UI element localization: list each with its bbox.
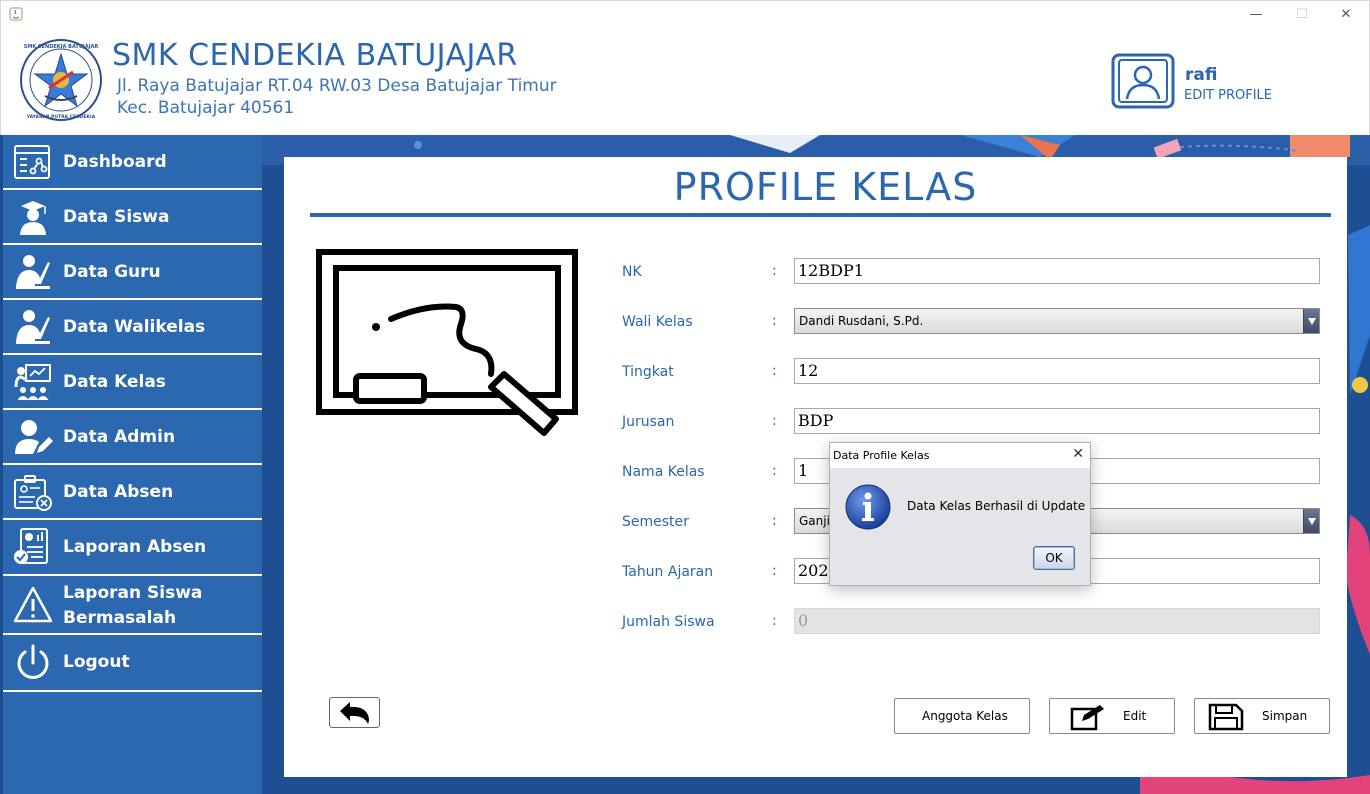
- dropdown-arrow-icon[interactable]: [1303, 509, 1319, 533]
- sidebar: Dashboard Data Siswa Data Guru Data Wali…: [3, 135, 262, 794]
- sidebar-item-label: Data Absen: [63, 482, 174, 502]
- sidebar-item-dashboard[interactable]: Dashboard: [3, 135, 262, 190]
- colon: :: [772, 313, 777, 329]
- power-icon: [17, 644, 49, 679]
- colon: :: [772, 363, 777, 379]
- sidebar-item-label-line1: Laporan Siswa: [63, 583, 203, 603]
- sidebar-item-data-guru[interactable]: Data Guru: [3, 245, 262, 300]
- user-avatar-icon[interactable]: [1111, 53, 1175, 109]
- sidebar-item-label: Data Guru: [63, 262, 161, 282]
- dialog-title: Data Profile Kelas: [830, 443, 1090, 468]
- user-name: rafi: [1185, 65, 1218, 85]
- teacher-icon: [16, 255, 50, 289]
- sidebar-item-label: Logout: [63, 652, 130, 672]
- sidebar-item-label: Data Siswa: [63, 207, 170, 227]
- profile-kelas-panel: PROFILE KELAS NK : 12BDP1 Wali Kelas : D…: [284, 157, 1347, 777]
- admin-icon: [15, 420, 53, 454]
- label-semester: Semester: [622, 514, 689, 530]
- school-address-line1: Jl. Raya Batujajar RT.04 RW.03 Desa Batu…: [117, 76, 557, 96]
- sidebar-item-data-walikelas[interactable]: Data Walikelas: [3, 300, 262, 355]
- dialog-message: Data Kelas Berhasil di Update: [907, 499, 1086, 513]
- dialog-close-button[interactable]: ✕: [1072, 446, 1084, 462]
- sidebar-item-label-line2: Bermasalah: [63, 608, 177, 628]
- label-nama-kelas: Nama Kelas: [622, 464, 705, 480]
- dialog-body: Data Kelas Berhasil di Update OK: [830, 468, 1090, 585]
- edit-icon: [1070, 705, 1104, 731]
- sidebar-item-laporan-siswa-bermasalah[interactable]: Laporan Siswa Bermasalah: [3, 576, 262, 635]
- blackboard-icon: [316, 249, 578, 436]
- minimize-button[interactable]: —: [1233, 4, 1279, 26]
- nk-input[interactable]: 12BDP1: [794, 258, 1320, 284]
- edit-label: Edit: [1123, 709, 1147, 723]
- page-title: PROFILE KELAS: [673, 165, 978, 209]
- label-wali-kelas: Wali Kelas: [622, 314, 693, 330]
- school-logo: SMK CENDEKIA BATUJAJAR YAYASAN PUTRA CEN…: [20, 39, 102, 121]
- logo-text-top: SMK CENDEKIA BATUJAJAR: [24, 44, 99, 50]
- sidebar-item-data-absen[interactable]: Data Absen: [3, 465, 262, 520]
- sidebar-item-data-admin[interactable]: Data Admin: [3, 410, 262, 465]
- label-jumlah-siswa: Jumlah Siswa: [622, 614, 715, 630]
- colon: :: [772, 263, 777, 279]
- info-icon: [845, 484, 891, 530]
- edit-button[interactable]: Edit: [1049, 698, 1175, 734]
- colon: :: [772, 613, 777, 629]
- colon: :: [772, 513, 777, 529]
- wali-kelas-select[interactable]: Dandi Rusdani, S.Pd.: [794, 308, 1320, 334]
- sidebar-item-data-siswa[interactable]: Data Siswa: [3, 190, 262, 245]
- sidebar-item-label: Data Admin: [63, 427, 176, 447]
- dropdown-arrow-icon[interactable]: [1303, 309, 1319, 333]
- sidebar-item-label: Laporan Siswa Bermasalah: [63, 581, 202, 631]
- student-icon: [20, 201, 46, 235]
- maximize-button[interactable]: ☐: [1279, 4, 1325, 26]
- jurusan-input[interactable]: BDP: [794, 408, 1320, 434]
- dashboard-icon: [14, 145, 50, 179]
- sidebar-item-logout[interactable]: Logout: [3, 635, 262, 692]
- wali-kelas-value: Dandi Rusdani, S.Pd.: [799, 314, 924, 328]
- sidebar-item-label: Laporan Absen: [63, 537, 207, 557]
- sidebar-item-label: Data Walikelas: [63, 317, 206, 337]
- school-address-line2: Kec. Batujajar 40561: [117, 98, 295, 118]
- classroom-icon: [14, 364, 51, 401]
- ok-button[interactable]: OK: [1033, 546, 1075, 570]
- message-dialog: Data Profile Kelas ✕ Data Kelas Berhasil…: [829, 442, 1091, 586]
- label-tahun-ajaran: Tahun Ajaran: [622, 564, 714, 580]
- anggota-kelas-label: Anggota Kelas: [922, 709, 1008, 723]
- semester-value: Ganji: [799, 514, 830, 528]
- attendance-icon: [14, 475, 52, 511]
- school-name: SMK CENDEKIA BATUJAJAR: [112, 38, 518, 73]
- sidebar-item-label: Data Kelas: [63, 372, 166, 392]
- colon: :: [772, 563, 777, 579]
- simpan-button[interactable]: Simpan: [1194, 698, 1330, 734]
- report-icon: [14, 528, 48, 564]
- label-jurusan: Jurusan: [622, 414, 675, 430]
- back-button[interactable]: [329, 697, 380, 728]
- warning-icon: [13, 586, 53, 623]
- colon: :: [772, 413, 777, 429]
- edit-profile-link[interactable]: EDIT PROFILE: [1184, 88, 1272, 103]
- window-titlebar: — ☐ ✕: [0, 0, 1370, 28]
- sidebar-item-laporan-absen[interactable]: Laporan Absen: [3, 520, 262, 576]
- jumlah-siswa-input: 0: [794, 608, 1320, 634]
- label-tingkat: Tingkat: [622, 364, 674, 380]
- java-app-icon: [9, 7, 23, 21]
- anggota-kelas-button[interactable]: Anggota Kelas: [894, 698, 1030, 734]
- colon: :: [772, 463, 777, 479]
- logo-text-bottom: YAYASAN PUTRA CENDEKIA: [26, 114, 96, 120]
- app-header: SMK CENDEKIA BATUJAJAR YAYASAN PUTRA CEN…: [0, 28, 1370, 135]
- tingkat-input[interactable]: 12: [794, 358, 1320, 384]
- title-divider: [310, 213, 1331, 217]
- back-arrow-icon: [340, 702, 369, 724]
- simpan-label: Simpan: [1262, 709, 1308, 723]
- homeroom-teacher-icon: [16, 310, 50, 344]
- label-nk: NK: [622, 264, 642, 280]
- sidebar-item-data-kelas[interactable]: Data Kelas: [3, 355, 262, 410]
- save-icon: [1208, 703, 1244, 731]
- close-window-button[interactable]: ✕: [1323, 4, 1369, 26]
- sidebar-item-label: Dashboard: [63, 152, 167, 172]
